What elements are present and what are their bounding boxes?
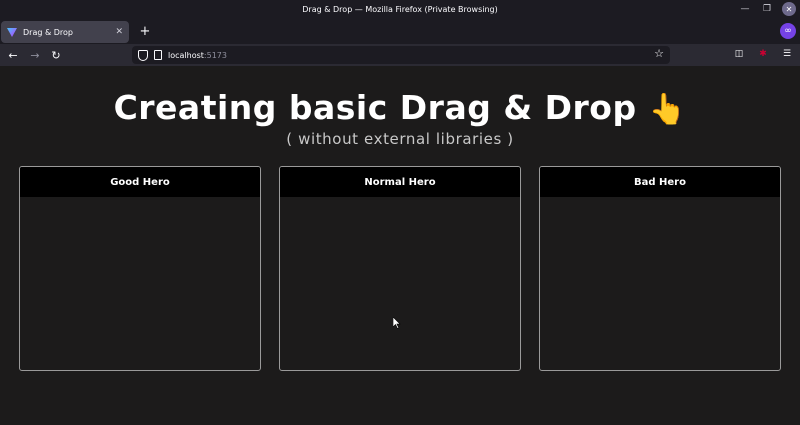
mouse-cursor-icon — [393, 317, 401, 329]
back-icon[interactable]: ← — [5, 47, 21, 63]
private-browsing-icon: ∞ — [780, 23, 796, 39]
pocket-icon[interactable]: ◫ — [732, 47, 746, 61]
page-info-icon[interactable] — [154, 50, 162, 60]
minimize-icon[interactable]: — — [738, 2, 752, 16]
new-tab-button[interactable]: + — [137, 22, 153, 40]
pointing-finger-icon: 👆 — [648, 92, 687, 127]
window-controls: — ❐ ✕ — [738, 2, 796, 16]
tab-title: Drag & Drop — [23, 27, 73, 37]
toolbar-right: ◫ ✱ ☰ — [732, 47, 794, 61]
tab-drag-and-drop[interactable]: Drag & Drop ✕ — [1, 21, 129, 43]
forward-icon[interactable]: → — [27, 47, 43, 63]
column-header-normal-hero: Normal Hero — [280, 167, 520, 197]
window-title: Drag & Drop — Mozilla Firefox (Private B… — [302, 4, 498, 14]
column-header-good-hero: Good Hero — [20, 167, 260, 197]
url-host: localhost — [168, 50, 204, 60]
navigation-bar: ← → ↻ localhost:5173 ☆ ◫ ✱ ☰ — [0, 44, 800, 66]
window-titlebar: Drag & Drop — Mozilla Firefox (Private B… — [0, 0, 800, 18]
restore-icon[interactable]: ❐ — [760, 2, 774, 16]
close-tab-icon[interactable]: ✕ — [115, 27, 123, 37]
url-port: :5173 — [203, 50, 227, 60]
extension-icon[interactable]: ✱ — [756, 47, 770, 61]
page-content: Creating basic Drag & Drop 👆 ( without e… — [0, 66, 800, 425]
vite-favicon-icon — [7, 28, 17, 37]
column-header-bad-hero: Bad Hero — [540, 167, 780, 197]
reload-icon[interactable]: ↻ — [48, 47, 64, 63]
drop-zone-good-hero[interactable]: Good Hero — [19, 166, 261, 371]
url-bar[interactable]: localhost:5173 ☆ — [132, 46, 670, 64]
drop-zone-normal-hero[interactable]: Normal Hero — [279, 166, 521, 371]
close-window-icon[interactable]: ✕ — [782, 2, 796, 16]
page-subheading: ( without external libraries ) — [286, 130, 514, 148]
drop-zone-bad-hero[interactable]: Bad Hero — [539, 166, 781, 371]
menu-hamburger-icon[interactable]: ☰ — [780, 47, 794, 61]
bookmark-star-icon[interactable]: ☆ — [654, 47, 664, 60]
page-heading: Creating basic Drag & Drop 👆 — [0, 88, 800, 127]
page-heading-text: Creating basic Drag & Drop — [113, 88, 637, 127]
tracking-protection-shield-icon[interactable] — [138, 49, 148, 61]
tab-strip: Drag & Drop ✕ + ∞ — [0, 18, 800, 44]
